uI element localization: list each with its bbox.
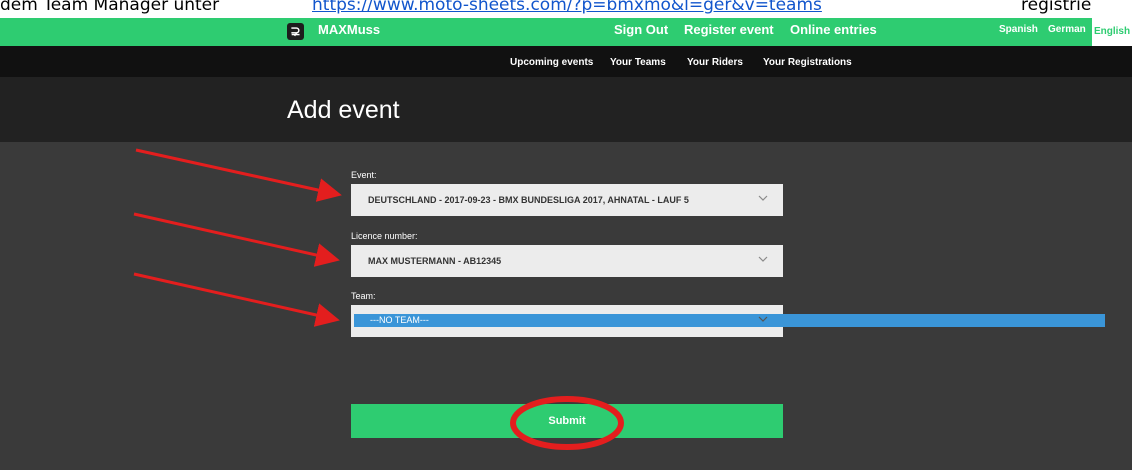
annotation-arrow-event [135,148,342,202]
annotation-circle-submit [510,396,624,450]
annotation-overlay [133,148,624,450]
annotation-arrow-team [133,272,340,327]
annotation-arrow-licence [133,212,340,267]
